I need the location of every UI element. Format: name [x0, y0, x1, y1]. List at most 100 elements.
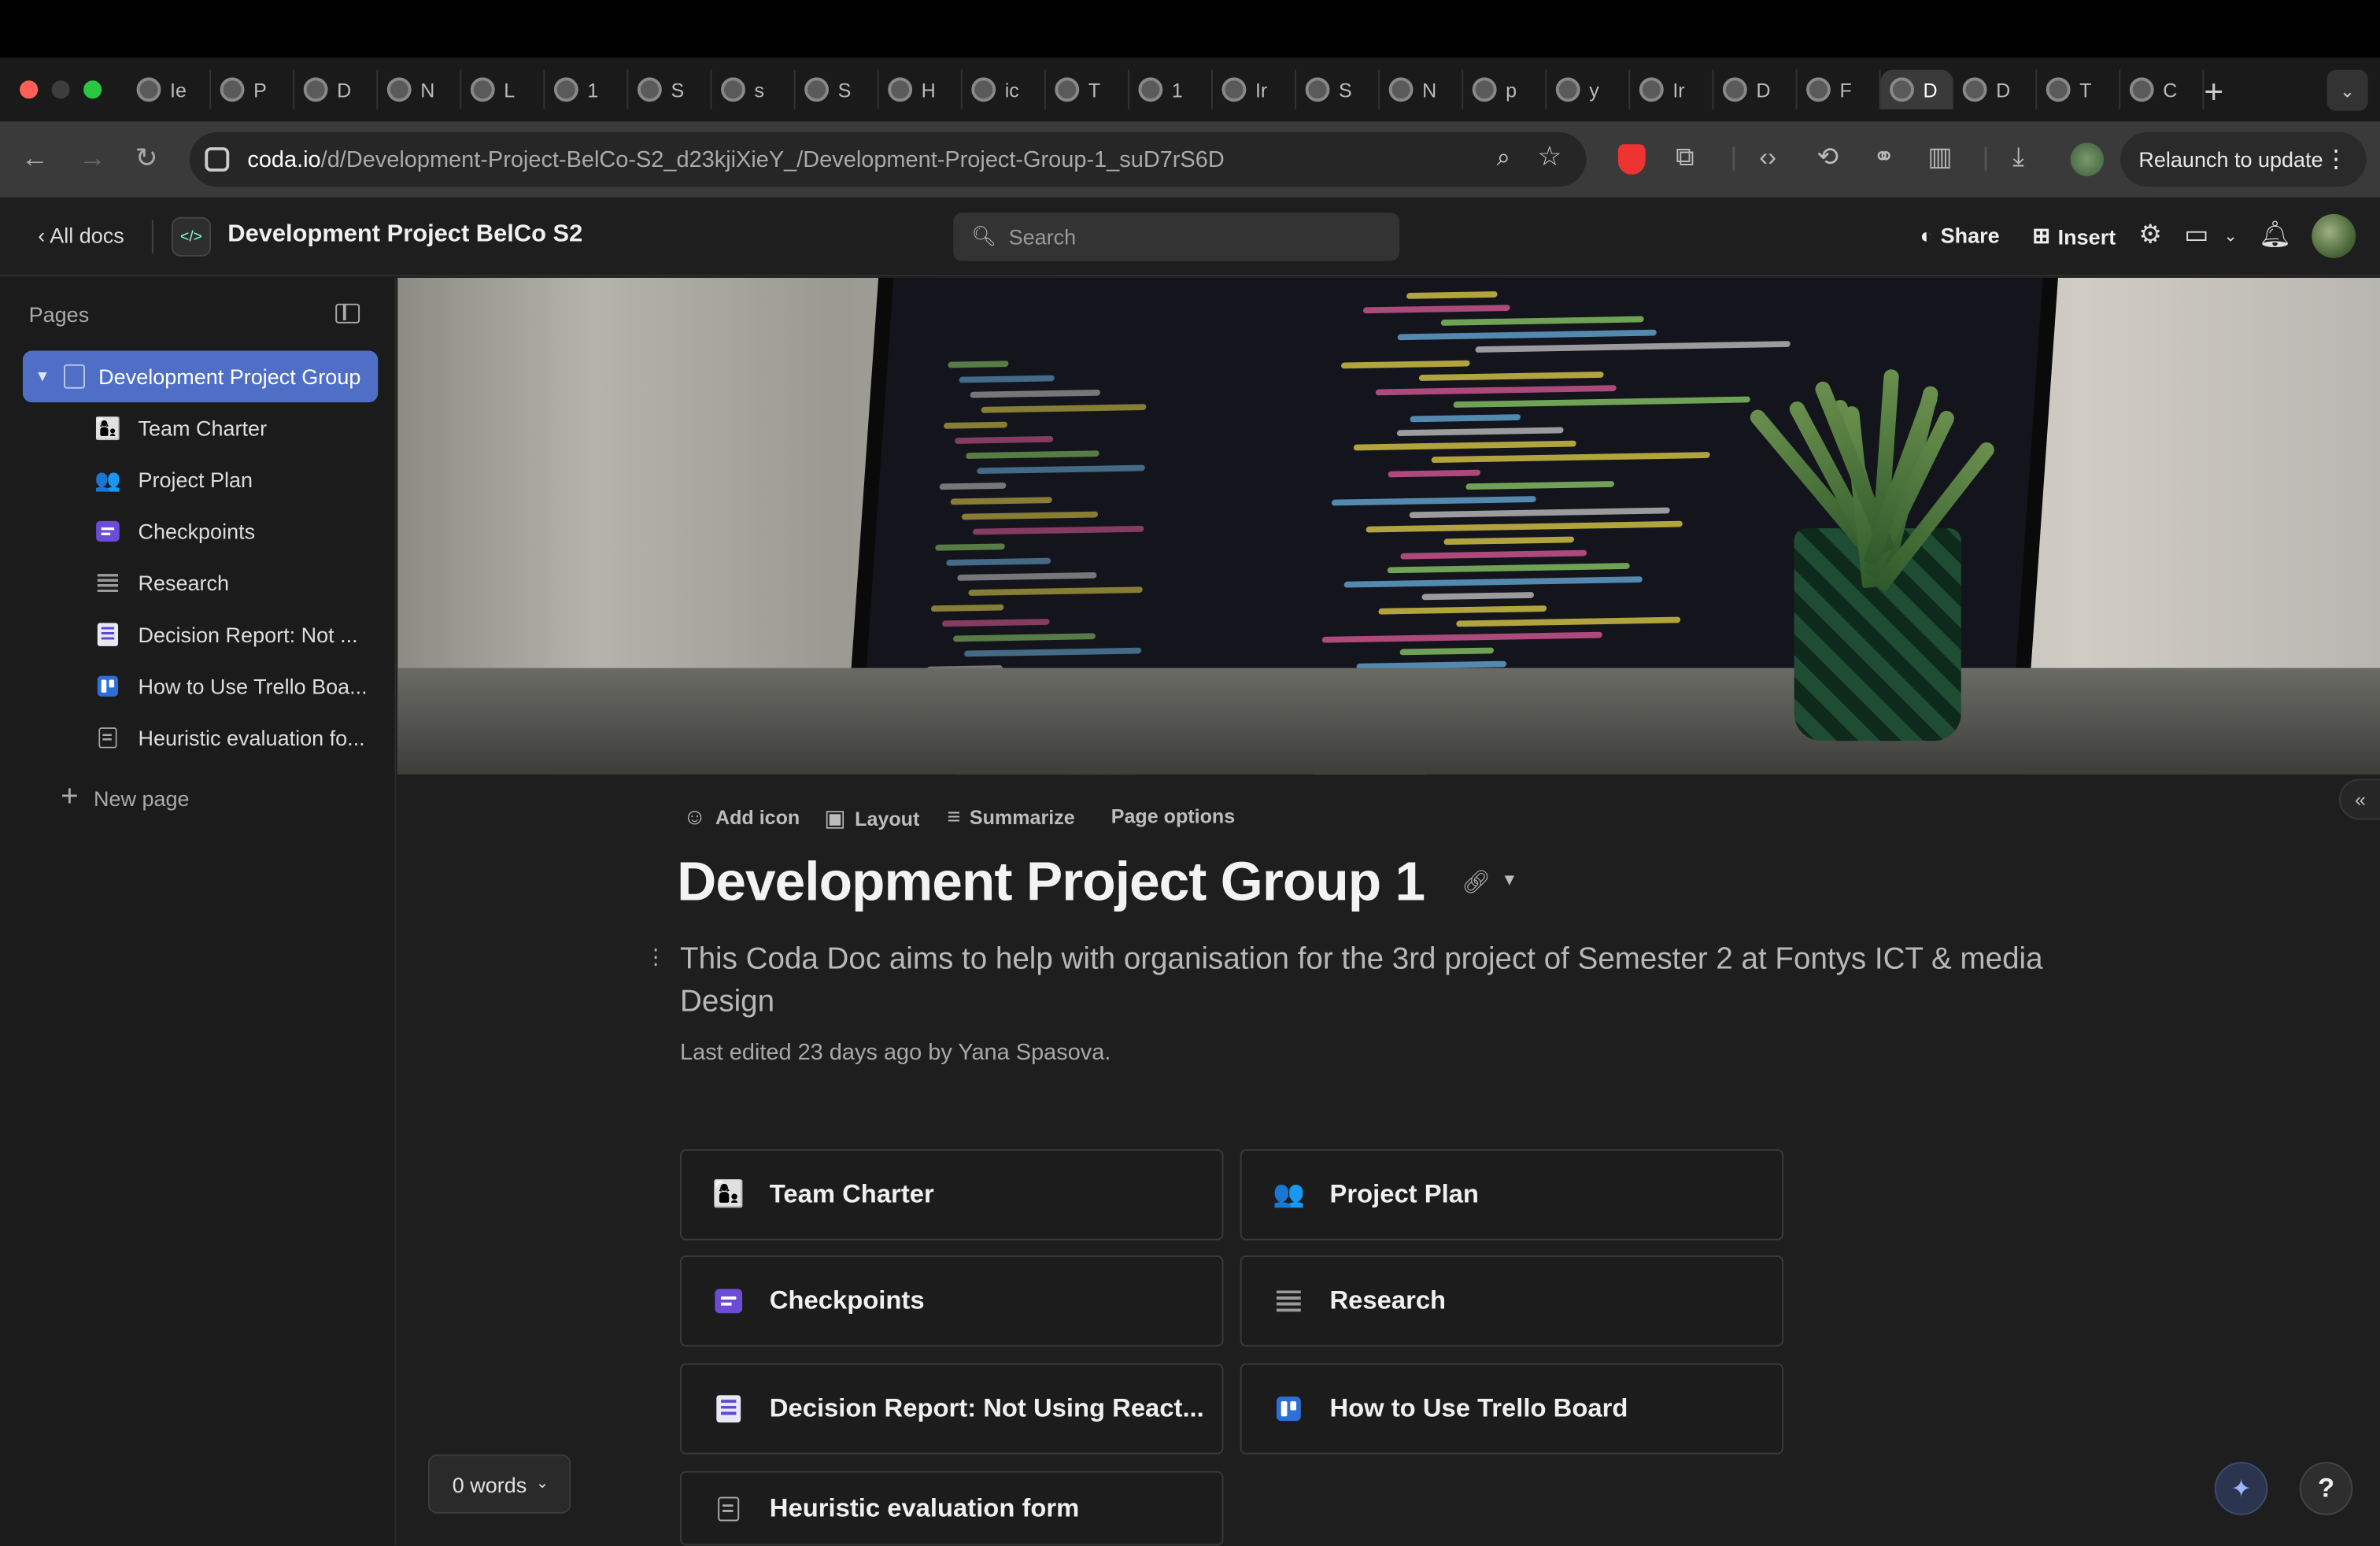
page-cover-image[interactable]	[397, 277, 2380, 775]
new-tab-button[interactable]: +	[2204, 73, 2223, 113]
browser-tab[interactable]: H	[879, 69, 963, 109]
forward-arrow-icon[interactable]: →	[79, 142, 106, 175]
all-docs-link[interactable]: ‹ All docs	[38, 224, 124, 248]
close-window-button[interactable]	[20, 80, 39, 99]
page-link-card[interactable]: Decision Report: Not Using React...	[680, 1363, 1224, 1455]
doc-title[interactable]: Development Project BelCo S2	[227, 222, 582, 250]
page-title[interactable]: Development Project Group 1	[677, 850, 1425, 914]
profile-avatar[interactable]	[2070, 142, 2105, 176]
search-box[interactable]: 🔍︎	[953, 213, 1400, 261]
browser-tab[interactable]: Ir	[1213, 69, 1297, 109]
browser-tab[interactable]: S	[1296, 69, 1380, 109]
browser-tab[interactable]: p	[1463, 69, 1547, 109]
browser-tab[interactable]: s	[712, 69, 796, 109]
extensions-puzzle-icon[interactable]: ⧉	[1676, 142, 1694, 173]
insert-button[interactable]: ⊞ Insert	[2032, 224, 2116, 250]
toggle-sidebar-icon[interactable]	[335, 303, 360, 324]
browser-tab[interactable]: D	[1713, 69, 1798, 109]
reading-mode-icon[interactable]: ▥	[1927, 142, 1952, 173]
ai-sparkle-button[interactable]: ✦	[2214, 1462, 2268, 1515]
page-link-card[interactable]: Heuristic evaluation form	[680, 1470, 1224, 1546]
page-options-button[interactable]: Page options	[1111, 804, 1235, 827]
browser-tab[interactable]: T	[2037, 69, 2121, 109]
browser-tab[interactable]: F	[1797, 69, 1881, 109]
browser-tab[interactable]: C	[2120, 69, 2204, 109]
browser-tab[interactable]: T	[1046, 69, 1129, 109]
comments-icon[interactable]: ▭	[2184, 220, 2208, 251]
browser-tab[interactable]: y	[1547, 69, 1631, 109]
doc-code-icon[interactable]: </>	[171, 216, 212, 257]
search-input[interactable]	[1008, 224, 1373, 250]
browser-tab[interactable]: S	[628, 69, 712, 109]
page-link-card[interactable]: Checkpoints	[680, 1255, 1224, 1347]
summarize-button[interactable]: ≡ Summarize	[947, 804, 1074, 830]
browser-tab[interactable]: L	[461, 69, 545, 109]
back-arrow-icon[interactable]: ←	[21, 142, 49, 175]
word-count-button[interactable]: 0 words ⌄	[427, 1454, 571, 1514]
browser-tab[interactable]: 1	[545, 69, 629, 109]
page-link-card[interactable]: Research	[1240, 1255, 1784, 1347]
comments-chevron-down-icon[interactable]: ⌄	[2223, 226, 2238, 246]
browser-tab-active[interactable]: D✕	[1880, 69, 1954, 109]
devtools-code-icon[interactable]: ‹›	[1759, 142, 1776, 173]
more-vert-icon[interactable]: ⋮	[2324, 144, 2349, 175]
history-icon[interactable]: ⟲	[1817, 142, 1839, 173]
browser-tab[interactable]: D	[294, 69, 379, 109]
notifications-bell-icon[interactable]: 🔔︎	[2259, 220, 2292, 251]
extension-shield-icon[interactable]	[1617, 144, 1646, 175]
coda-header: ‹ All docs </> Development Project BelCo…	[0, 197, 2380, 277]
link-icon[interactable]: ⚭	[1873, 142, 1894, 173]
code-line-decoration	[943, 421, 1008, 429]
collapse-panel-icon[interactable]: «	[2338, 779, 2380, 820]
user-avatar[interactable]	[2312, 213, 2356, 258]
new-page-button[interactable]: + New page	[61, 780, 189, 815]
zoom-icon[interactable]: ⌕	[1497, 146, 1510, 173]
tab-search-chevron-icon[interactable]: ⌄	[2326, 69, 2368, 111]
site-settings-icon[interactable]	[205, 147, 230, 172]
sidebar-item-project-plan[interactable]: 👥 Project Plan	[94, 461, 253, 497]
help-button[interactable]: ?	[2299, 1462, 2353, 1515]
browser-tab[interactable]: Ir	[1630, 69, 1714, 109]
layout-icon: ▣	[824, 806, 846, 832]
bookmark-star-icon[interactable]: ☆	[1537, 141, 1561, 173]
download-icon[interactable]: ⤓	[2012, 142, 2023, 173]
page-link-card[interactable]: 👥 Project Plan	[1240, 1148, 1784, 1241]
page-link-card[interactable]: How to Use Trello Board	[1240, 1363, 1784, 1455]
browser-tab[interactable]: P	[211, 69, 295, 109]
browser-tab[interactable]: D	[1953, 69, 2038, 109]
page-description[interactable]: This Coda Doc aims to help with organisa…	[680, 938, 2046, 1023]
sidebar-item-team-charter[interactable]: 👩‍👦 Team Charter	[94, 410, 267, 446]
share-button[interactable]: ◐ Share	[1920, 224, 2000, 248]
drag-handle-icon[interactable]: ⋮	[645, 945, 667, 971]
project-plan-icon: 👥	[1272, 1179, 1305, 1209]
add-icon-button[interactable]: ☺ Add icon	[683, 804, 800, 830]
browser-tab[interactable]: N	[378, 69, 462, 109]
layout-button[interactable]: ▣ Layout	[824, 804, 919, 832]
chevron-down-icon[interactable]: ▼	[35, 368, 50, 385]
address-bar[interactable]: coda.io/d/Development-Project-BelCo-S2_d…	[190, 131, 1587, 187]
url-text[interactable]: coda.io/d/Development-Project-BelCo-S2_d…	[247, 146, 1224, 172]
browser-tab[interactable]: S	[796, 69, 879, 109]
page-link-card[interactable]: 👩‍👦 Team Charter	[680, 1148, 1224, 1241]
sidebar-item-heuristic-evaluation-fo[interactable]: Heuristic evaluation fo...	[94, 719, 365, 756]
sidebar-item-decision-report-not[interactable]: Decision Report: Not ...	[94, 616, 358, 653]
sidebar-item-development-project-group[interactable]: ▼ Development Project Group	[22, 350, 379, 403]
sidebar-item-how-to-use-trello-boa[interactable]: How to Use Trello Boa...	[94, 668, 368, 705]
tab-favicon-icon	[971, 77, 996, 102]
sidebar-item-research[interactable]: Research	[94, 564, 229, 601]
sidebar-item-label: Development Project Group	[98, 364, 361, 389]
settings-gear-icon[interactable]: ⚙	[2138, 220, 2161, 251]
browser-tab[interactable]: 1	[1129, 69, 1213, 109]
reload-icon[interactable]: ↻	[135, 142, 158, 175]
minimize-window-button[interactable]	[51, 80, 70, 99]
maximize-window-button[interactable]	[83, 80, 102, 99]
browser-tab[interactable]: Ie	[128, 69, 212, 109]
browser-tab[interactable]: ic	[963, 69, 1046, 109]
title-chevron-down-icon[interactable]: ▼	[1501, 871, 1517, 890]
summarize-label: Summarize	[969, 806, 1075, 830]
code-line-decoration	[1396, 427, 1564, 437]
browser-tab[interactable]: N	[1380, 69, 1464, 109]
relaunch-button[interactable]: Relaunch to update ⋮	[2120, 131, 2367, 187]
sidebar-item-checkpoints[interactable]: Checkpoints	[94, 513, 255, 549]
copy-link-icon[interactable]: 🔗︎	[1462, 868, 1491, 896]
